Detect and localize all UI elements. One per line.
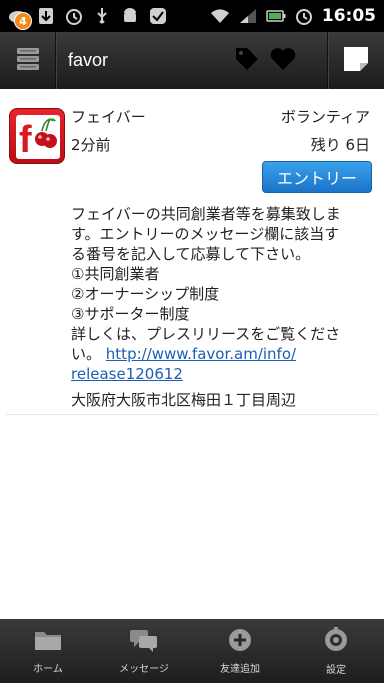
compose-button[interactable]	[328, 32, 384, 89]
nav-label: 友達追加	[220, 663, 260, 675]
alarm-icon	[64, 6, 84, 26]
location: 大阪府大阪市北区梅田１丁目周辺	[71, 391, 297, 409]
description-line: 詳しくは、プレスリリースをご覧くださ	[71, 325, 341, 343]
list-icon	[16, 46, 40, 76]
description: フェイバーの共同創業者等を募集致しま す。エントリーのメッセージ欄に該当す る番…	[71, 204, 376, 384]
android-icon	[120, 6, 140, 26]
heart-icon	[269, 47, 297, 75]
download-icon	[36, 6, 56, 26]
battery-icon	[266, 6, 286, 26]
wifi-icon	[210, 6, 230, 26]
nav-label: ホーム	[33, 663, 63, 675]
nav-label: 設定	[326, 664, 346, 676]
nav-home[interactable]: ホーム	[0, 619, 96, 683]
menu-button[interactable]	[0, 32, 56, 89]
status-bar: 4 16:05	[0, 0, 384, 32]
favorite-button[interactable]	[265, 32, 301, 89]
category-label: ボランティア	[280, 108, 370, 126]
signal-icon	[238, 6, 258, 26]
usb-icon	[92, 6, 112, 26]
add-friend-icon	[228, 628, 252, 656]
settings-icon	[323, 626, 349, 657]
description-line: す。エントリーのメッセージ欄に該当す	[71, 225, 340, 243]
action-bar: favor	[0, 32, 384, 89]
favor-logo-icon: f	[9, 108, 65, 164]
tag-button[interactable]	[229, 32, 265, 89]
posted-time: 2分前	[71, 136, 111, 154]
description-line: フェイバーの共同創業者等を募集致しま	[71, 205, 341, 223]
alarm-clock-icon	[294, 6, 314, 26]
description-line: ②オーナーシップ制度	[71, 285, 220, 303]
bottom-nav: ホーム メッセージ 友達追加 設定	[0, 619, 384, 683]
description-tail: い。	[71, 345, 102, 363]
nav-messages[interactable]: メッセージ	[96, 619, 192, 683]
tag-icon	[234, 46, 260, 76]
chat-icon	[129, 628, 159, 656]
press-release-link[interactable]: http://www.favor.am/info/	[106, 345, 296, 363]
nav-settings[interactable]: 設定	[288, 619, 384, 683]
entry-button[interactable]: エントリー	[262, 161, 372, 193]
remaining-days: 残り 6日	[310, 136, 370, 154]
description-line: ①共同創業者	[71, 265, 160, 283]
check-icon	[148, 6, 168, 26]
notification-badge: 4	[14, 12, 32, 30]
svg-text:f: f	[19, 119, 32, 161]
item-title: フェイバー	[71, 108, 146, 126]
folder-icon	[33, 628, 63, 656]
press-release-link-continued[interactable]: release120612	[71, 365, 183, 383]
note-icon	[343, 46, 369, 76]
nav-label: メッセージ	[119, 663, 169, 675]
list-item[interactable]: f フェイバー ボランティア 2分前 残り 6日 エントリー フェイバーの共同創…	[6, 89, 378, 415]
description-line: ③サポーター制度	[71, 305, 190, 323]
app-title: favor	[68, 50, 109, 70]
clock: 16:05	[321, 6, 376, 26]
nav-add-friend[interactable]: 友達追加	[192, 619, 288, 683]
main-content: f フェイバー ボランティア 2分前 残り 6日 エントリー フェイバーの共同創…	[0, 89, 384, 619]
description-line: る番号を記入して応募して下さい。	[71, 245, 311, 263]
